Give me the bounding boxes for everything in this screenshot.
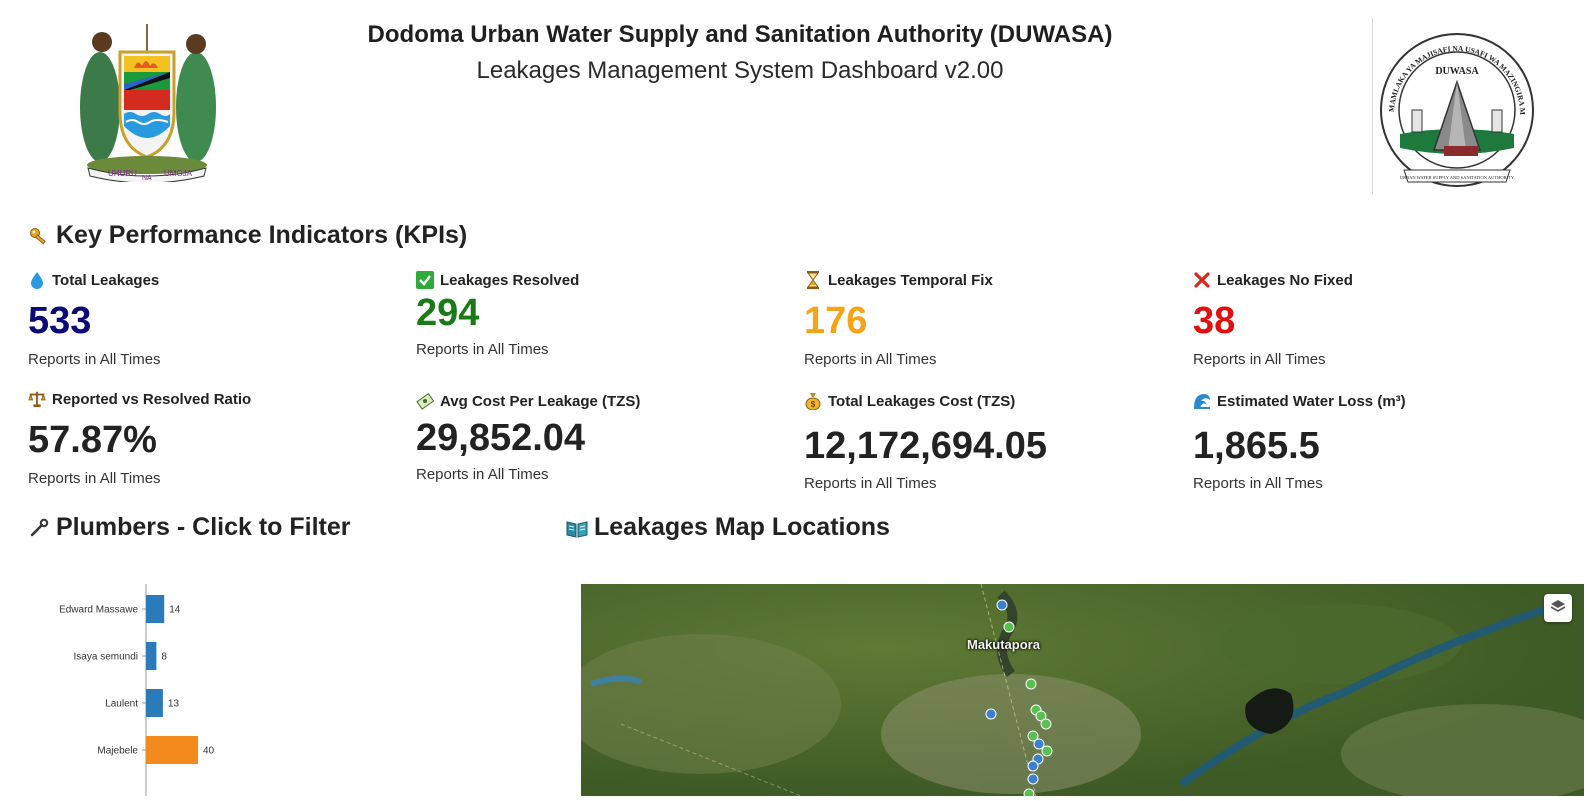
money-bill-icon <box>416 392 434 410</box>
key-icon <box>28 225 50 247</box>
kpi-section-title-text: Key Performance Indicators (KPIs) <box>56 221 468 249</box>
money-bag-icon: $ <box>804 392 822 410</box>
chart-category-label: Edward Massawe <box>59 605 138 616</box>
chart-data-label: 40 <box>203 746 215 757</box>
kpi-subtext: Reports in All Times <box>804 351 937 368</box>
kpi-leakages-temporal-fix: Leakages Temporal Fix 176 Reports in All… <box>804 269 1174 368</box>
plumbers-bar-chart[interactable]: Edward Massawe 14 Isaya semundi 8 Laulent 13 M… <box>28 570 538 796</box>
kpi-label: Total Leakages <box>52 271 160 289</box>
kpi-total-leakages: Total Leakages 533 Reports in All Times <box>28 269 398 369</box>
kpi-label: Total Leakages Cost (TZS) <box>828 392 1016 410</box>
kpi-section-title: Key Performance Indicators (KPIs) <box>28 221 467 250</box>
check-box-icon <box>416 271 434 289</box>
chart-bar[interactable] <box>146 642 157 670</box>
chart-bar[interactable] <box>146 689 163 717</box>
chart-bar[interactable] <box>146 736 198 764</box>
map-layers-button[interactable] <box>1544 594 1572 622</box>
plumbers-section-title-text: Plumbers - Click to Filter <box>56 513 351 541</box>
svg-text:NA: NA <box>142 175 152 182</box>
kpi-subtext: Reports in All Times <box>28 351 161 368</box>
kpi-subtext: Reports in All Times <box>416 466 549 483</box>
hourglass-icon <box>804 271 822 289</box>
kpi-subtext: Reports in All Times <box>804 475 937 492</box>
chart-bar[interactable] <box>146 595 165 623</box>
chart-data-label: 8 <box>161 652 167 663</box>
kpi-label: Leakages Resolved <box>440 271 580 289</box>
kpi-subtext: Reports in All Times <box>416 341 549 358</box>
kpi-value: 12,172,694.05 <box>804 425 1048 467</box>
kpi-value: 57.87% <box>28 419 157 461</box>
chart-data-label: 13 <box>168 699 180 710</box>
svg-text:UHURU: UHURU <box>108 169 137 178</box>
kpi-subtext: Reports in All Tmes <box>1193 475 1323 492</box>
kpi-value: 533 <box>28 300 92 342</box>
kpi-value: 1,865.5 <box>1193 425 1320 467</box>
plumbers-bar-chart-svg[interactable]: Edward Massawe 14 Isaya semundi 8 Laulent 13 M… <box>28 570 538 796</box>
leakages-map[interactable]: Makutapora <box>581 584 1584 796</box>
chart-category-label: Isaya semundi <box>74 652 138 663</box>
kpi-subtext: Reports in All Times <box>1193 351 1326 368</box>
chart-category-label: Laulent <box>105 699 138 710</box>
wrench-icon <box>28 517 50 539</box>
kpi-subtext: Reports in All Times <box>28 470 161 487</box>
kpi-label: Leakages No Fixed <box>1217 271 1353 289</box>
kpi-reported-vs-resolved-ratio: Reported vs Resolved Ratio 57.87% Report… <box>28 388 398 488</box>
chart-data-label: 14 <box>169 605 181 616</box>
page-title: Dodoma Urban Water Supply and Sanitation… <box>367 21 1113 48</box>
kpi-leakages-no-fixed: Leakages No Fixed 38 Reports in All Time… <box>1193 269 1563 369</box>
kpi-label: Estimated Water Loss (m³) <box>1217 392 1406 410</box>
kpi-label: Leakages Temporal Fix <box>828 271 993 289</box>
cross-mark-icon <box>1193 271 1211 289</box>
kpi-estimated-water-loss: Estimated Water Loss (m³) 1,865.5 Report… <box>1193 390 1563 493</box>
balance-scale-icon <box>28 390 46 408</box>
plumbers-section-title: Plumbers - Click to Filter <box>28 513 351 542</box>
map-section-title: Leakages Map Locations <box>566 513 890 542</box>
layers-icon <box>1550 598 1566 619</box>
kpi-value: 294 <box>416 292 480 334</box>
kpi-label: Avg Cost Per Leakage (TZS) <box>440 392 641 410</box>
water-drop-icon <box>28 271 46 289</box>
kpi-total-leakages-cost: $ Total Leakages Cost (TZS) 12,172,694.0… <box>804 390 1174 493</box>
kpi-value: 176 <box>804 300 868 342</box>
map-book-icon <box>566 517 588 539</box>
header-divider <box>1372 18 1373 194</box>
svg-text:UMOJA: UMOJA <box>164 169 193 178</box>
kpi-value: 38 <box>1193 300 1236 342</box>
page-subtitle: Leakages Management System Dashboard v2.… <box>476 57 1004 84</box>
svg-text:DUWASA: DUWASA <box>1435 66 1479 77</box>
map-section-title-text: Leakages Map Locations <box>594 513 890 541</box>
kpi-leakages-resolved: Leakages Resolved 294 Reports in All Tim… <box>416 269 786 358</box>
kpi-value: 29,852.04 <box>416 417 586 459</box>
coat-of-arms-logo: UHURU NA UMOJA <box>68 22 226 184</box>
water-wave-icon <box>1193 392 1211 410</box>
header-titles: Dodoma Urban Water Supply and Sanitation… <box>330 20 1150 86</box>
svg-text:URBAN WATER SUPPLY AND SANITAT: URBAN WATER SUPPLY AND SANITATION AUTHOR… <box>1400 175 1515 180</box>
kpi-label: Reported vs Resolved Ratio <box>52 390 252 408</box>
chart-category-label: Majebele <box>97 746 138 757</box>
duwasa-logo: MAMLAKA YA MAJISAFI NA USAFI WA MAZINGIR… <box>1374 17 1536 190</box>
satellite-map-background <box>581 584 1584 796</box>
duwasa-logo-icon: MAMLAKA YA MAJISAFI NA USAFI WA MAZINGIR… <box>1374 17 1534 187</box>
svg-text:$: $ <box>811 400 816 409</box>
map-place-label: Makutapora <box>967 637 1040 652</box>
kpi-avg-cost-per-leakage: Avg Cost Per Leakage (TZS) 29,852.04 Rep… <box>416 390 786 484</box>
tanzania-coat-of-arms-icon: UHURU NA UMOJA <box>80 24 216 184</box>
